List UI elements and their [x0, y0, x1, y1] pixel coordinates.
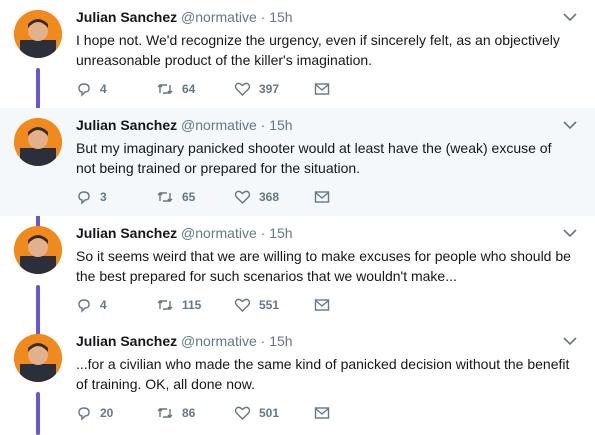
author-name[interactable]: Julian Sanchez [76, 333, 177, 349]
author-name[interactable]: Julian Sanchez [76, 117, 177, 133]
tweet-text-line: I hope not. We'd recognize the urgency, … [76, 32, 560, 48]
retweet-count: 65 [182, 190, 196, 204]
tweet[interactable]: Julian Sanchez @normative · 15h ...for a… [0, 324, 595, 435]
retweet-icon [157, 300, 173, 310]
reply-count: 3 [100, 190, 107, 204]
tweet-text-line: But my imaginary panicked shooter would … [76, 140, 552, 156]
retweet-icon [157, 408, 173, 418]
avatar[interactable] [14, 334, 62, 382]
tweet[interactable]: Julian Sanchez @normative · 15h So it se… [0, 216, 595, 324]
heart-icon [234, 190, 251, 204]
timestamp[interactable]: 15h [269, 9, 292, 25]
retweet-button[interactable]: 64 [156, 80, 195, 98]
avatar[interactable] [14, 118, 62, 166]
envelope-icon [314, 191, 330, 203]
chevron-down-icon[interactable] [563, 12, 577, 22]
reply-button[interactable]: 3 [76, 188, 107, 206]
separator: · [260, 225, 266, 241]
retweet-button[interactable]: 65 [156, 188, 195, 206]
reply-icon [78, 299, 90, 313]
chevron-down-icon[interactable] [563, 228, 577, 238]
retweet-count: 115 [182, 298, 202, 312]
author-handle[interactable]: @normative [181, 225, 257, 241]
tweet-text-line: ...for a civilian who made the same kind… [76, 356, 570, 372]
retweet-count: 86 [182, 406, 196, 420]
heart-icon [234, 82, 251, 96]
like-count: 368 [259, 190, 280, 204]
tweet-text: I hope not. We'd recognize the urgency, … [76, 30, 581, 70]
tweet[interactable]: Julian Sanchez @normative · 15h But my i… [0, 108, 595, 216]
separator: · [260, 333, 266, 349]
like-count: 501 [259, 406, 280, 420]
reply-button[interactable]: 4 [76, 80, 107, 98]
author-handle[interactable]: @normative [181, 9, 257, 25]
reply-icon [78, 191, 90, 205]
tweet-thread: Julian Sanchez @normative · 15h I hope n… [0, 0, 595, 435]
tweet-text-line: not being trained or prepared for the si… [76, 160, 361, 176]
tweet-text: ...for a civilian who made the same kind… [76, 354, 581, 394]
tweet[interactable]: Julian Sanchez @normative · 15h I hope n… [0, 0, 595, 108]
author-handle[interactable]: @normative [181, 117, 257, 133]
tweet-header: Julian Sanchez @normative · 15h [76, 9, 293, 25]
author-name[interactable]: Julian Sanchez [76, 225, 177, 241]
tweet-text: So it seems weird that we are willing to… [76, 246, 581, 286]
reply-count: 4 [100, 82, 107, 96]
separator: · [260, 117, 266, 133]
direct-message-button[interactable] [314, 188, 330, 206]
like-button[interactable]: 368 [234, 188, 279, 206]
retweet-count: 64 [182, 82, 196, 96]
envelope-icon [314, 83, 330, 95]
tweet-header: Julian Sanchez @normative · 15h [76, 117, 293, 133]
chevron-down-icon[interactable] [563, 336, 577, 346]
tweet-text-line: of training. OK, all done now. [76, 376, 255, 392]
tweet-text: But my imaginary panicked shooter would … [76, 138, 581, 178]
retweet-button[interactable]: 115 [156, 296, 201, 314]
reply-button[interactable]: 20 [76, 404, 113, 422]
direct-message-button[interactable] [314, 404, 330, 422]
like-button[interactable]: 397 [234, 80, 279, 98]
reply-icon [78, 407, 90, 421]
envelope-icon [314, 299, 330, 311]
direct-message-button[interactable] [314, 80, 330, 98]
heart-icon [234, 298, 251, 312]
reply-count: 4 [100, 298, 107, 312]
retweet-icon [157, 84, 173, 94]
tweet-header: Julian Sanchez @normative · 15h [76, 333, 293, 349]
author-handle[interactable]: @normative [181, 333, 257, 349]
author-name[interactable]: Julian Sanchez [76, 9, 177, 25]
direct-message-button[interactable] [314, 296, 330, 314]
reply-button[interactable]: 4 [76, 296, 107, 314]
chevron-down-icon[interactable] [563, 120, 577, 130]
timestamp[interactable]: 15h [269, 333, 292, 349]
avatar[interactable] [14, 226, 62, 274]
retweet-icon [157, 192, 173, 202]
separator: · [260, 9, 266, 25]
heart-icon [234, 406, 251, 420]
reply-count: 20 [100, 406, 114, 420]
like-button[interactable]: 501 [234, 404, 279, 422]
tweet-text-line: the best prepared for such scenarios tha… [76, 268, 457, 284]
retweet-button[interactable]: 86 [156, 404, 195, 422]
like-button[interactable]: 551 [234, 296, 279, 314]
avatar[interactable] [14, 10, 62, 58]
reply-icon [78, 83, 90, 97]
tweet-text-line: So it seems weird that we are willing to… [76, 248, 571, 264]
envelope-icon [314, 407, 330, 419]
like-count: 397 [259, 82, 280, 96]
timestamp[interactable]: 15h [269, 117, 292, 133]
like-count: 551 [259, 298, 280, 312]
timestamp[interactable]: 15h [269, 225, 292, 241]
tweet-text-line: unreasonable product of the killer's ima… [76, 52, 373, 68]
tweet-header: Julian Sanchez @normative · 15h [76, 225, 293, 241]
